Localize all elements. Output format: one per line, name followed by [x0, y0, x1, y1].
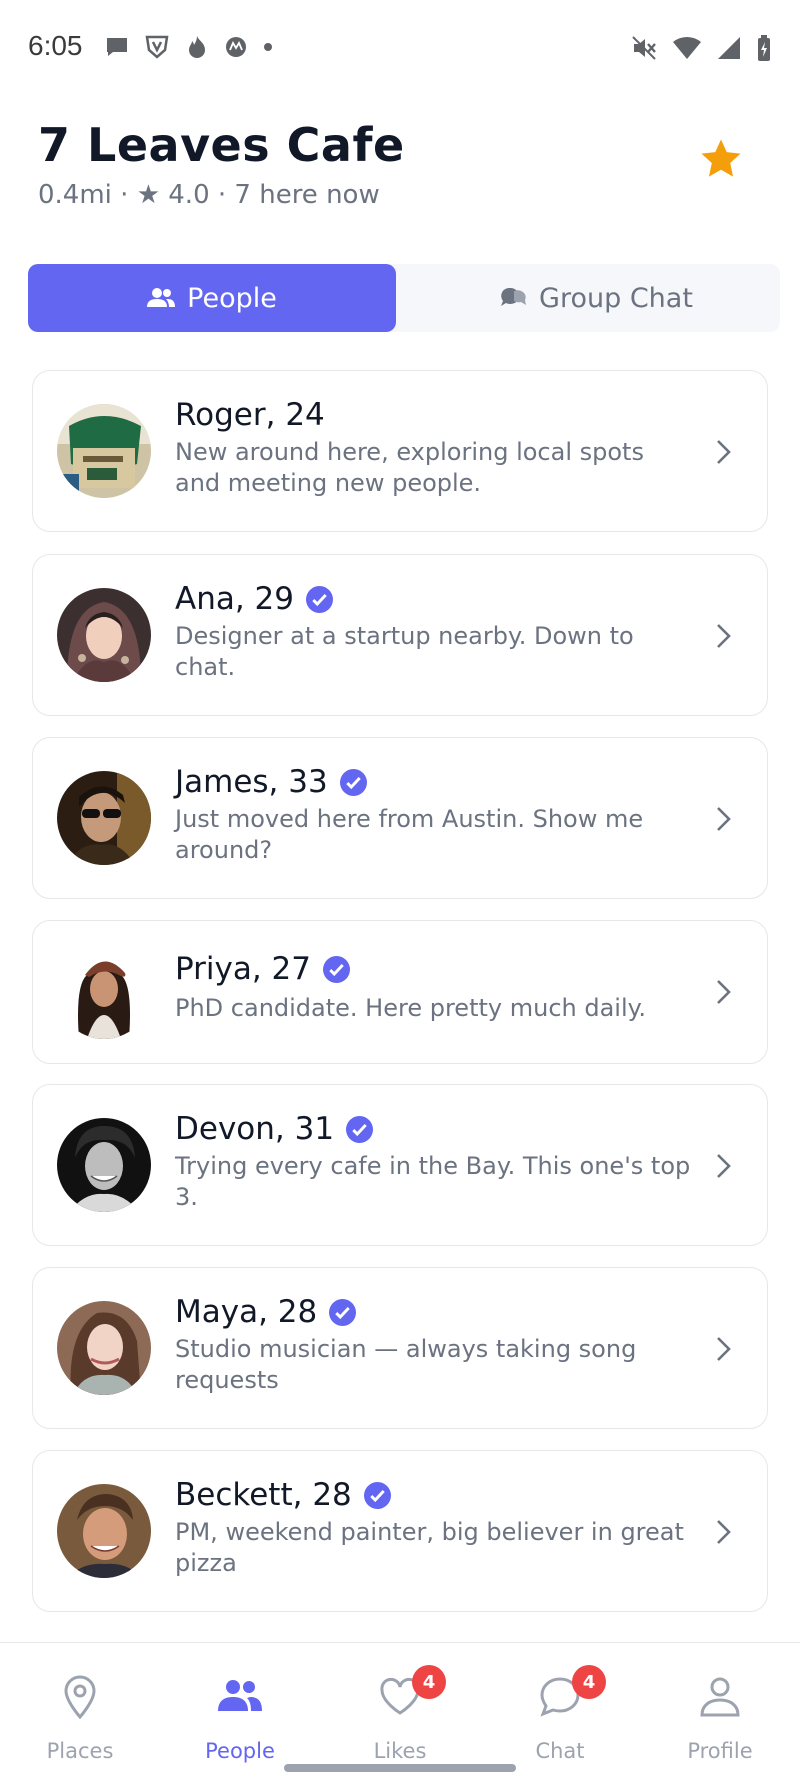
person-bio: New around here, exploring local spots a… [175, 438, 644, 497]
tab-group-chat[interactable]: Group Chat [412, 264, 780, 332]
tab-people[interactable]: People [28, 264, 396, 332]
chat-bubbles-icon [501, 287, 527, 306]
verified-badge-icon [363, 1481, 391, 1509]
profile-icon [700, 1677, 740, 1717]
likes-count-badge: 4 [412, 1665, 446, 1699]
map-pin-icon [64, 1675, 96, 1720]
person-bio: Studio musician — always taking song req… [175, 1335, 637, 1394]
person-card[interactable]: Ana, 29 Designer at a startup nearby. Do… [32, 554, 768, 716]
person-name: James, 33 [175, 764, 328, 800]
view-tabs: People Group Chat [28, 264, 780, 332]
person-card[interactable]: Priya, 27 PhD candidate. Here pretty muc… [32, 920, 768, 1064]
person-bio: Just moved here from Austin. Show me aro… [175, 805, 644, 864]
chevron-right-icon [717, 980, 731, 1004]
message-notification-icon [107, 38, 127, 56]
status-time: 6:05 [28, 30, 83, 61]
people-icon [147, 288, 176, 307]
status-bar: 6:05 [0, 0, 800, 100]
avatar [57, 1301, 151, 1395]
chevron-right-icon [717, 807, 731, 831]
motorola-notification-icon [226, 37, 246, 57]
person-bio: Trying every cafe in the Bay. This one's… [175, 1152, 691, 1211]
person-card[interactable]: Beckett, 28 PM, weekend painter, big bel… [32, 1450, 768, 1612]
nav-people[interactable]: People [160, 1643, 320, 1763]
verified-badge-icon [306, 585, 334, 613]
nav-places-label: Places [46, 1739, 114, 1763]
nav-likes[interactable]: 4 Likes [320, 1643, 480, 1763]
nav-likes-label: Likes [373, 1739, 427, 1763]
venue-title: 7 Leaves Cafe [38, 118, 405, 172]
home-indicator[interactable] [284, 1764, 516, 1772]
chevron-right-icon [717, 1520, 731, 1544]
shield-notification-icon [145, 35, 169, 59]
avatar [57, 1118, 151, 1212]
system-icons [630, 34, 772, 62]
people-icon [218, 1680, 262, 1711]
chevron-right-icon [717, 624, 731, 648]
avatar [57, 771, 151, 865]
flame-notification-icon [189, 36, 205, 58]
person-name: Devon, 31 [175, 1111, 335, 1147]
nav-profile-label: Profile [687, 1739, 753, 1763]
battery-icon [758, 35, 770, 61]
nav-people-label: People [205, 1739, 275, 1763]
person-card[interactable]: Devon, 31 Trying every cafe in the Bay. … [32, 1084, 768, 1246]
favorite-star-icon[interactable] [698, 136, 744, 182]
person-bio: PhD candidate. Here pretty much daily. [175, 994, 647, 1022]
verified-badge-icon [339, 768, 367, 796]
wifi-icon [673, 36, 701, 59]
chevron-right-icon [717, 1337, 731, 1361]
nav-profile[interactable]: Profile [640, 1643, 800, 1763]
cell-signal-icon [718, 37, 740, 59]
avatar [57, 945, 151, 1039]
notification-icons [104, 34, 274, 60]
verified-badge-icon [346, 1115, 374, 1143]
person-name: Ana, 29 [175, 581, 295, 617]
chevron-right-icon [717, 1154, 731, 1178]
person-card[interactable]: James, 33 Just moved here from Austin. S… [32, 737, 768, 899]
mute-icon [632, 36, 656, 60]
avatar [57, 588, 151, 682]
tab-people-label: People [187, 282, 277, 314]
person-name: Priya, 27 [175, 951, 312, 987]
person-name: Maya, 28 [175, 1294, 318, 1330]
person-bio: Designer at a startup nearby. Down to ch… [175, 622, 634, 681]
nav-places[interactable]: Places [0, 1643, 160, 1763]
person-name: Roger, 24 [175, 397, 325, 433]
tab-group-chat-label: Group Chat [539, 282, 693, 314]
avatar [57, 404, 151, 498]
person-card[interactable]: Roger, 24 New around here, exploring loc… [32, 370, 768, 532]
person-bio: PM, weekend painter, big believer in gre… [175, 1518, 684, 1577]
nav-chat-label: Chat [535, 1739, 585, 1763]
nav-chat[interactable]: 4 Chat [480, 1643, 640, 1763]
chevron-right-icon [717, 440, 731, 464]
verified-badge-icon [329, 1298, 357, 1326]
person-name: Beckett, 28 [175, 1477, 352, 1513]
chat-count-badge: 4 [572, 1665, 606, 1699]
venue-meta: 0.4mi · ★ 4.0 · 7 here now [38, 180, 380, 210]
more-notifications-dot-icon [264, 43, 272, 51]
avatar [57, 1484, 151, 1578]
person-card[interactable]: Maya, 28 Studio musician — always taking… [32, 1267, 768, 1429]
verified-badge-icon [323, 955, 351, 983]
